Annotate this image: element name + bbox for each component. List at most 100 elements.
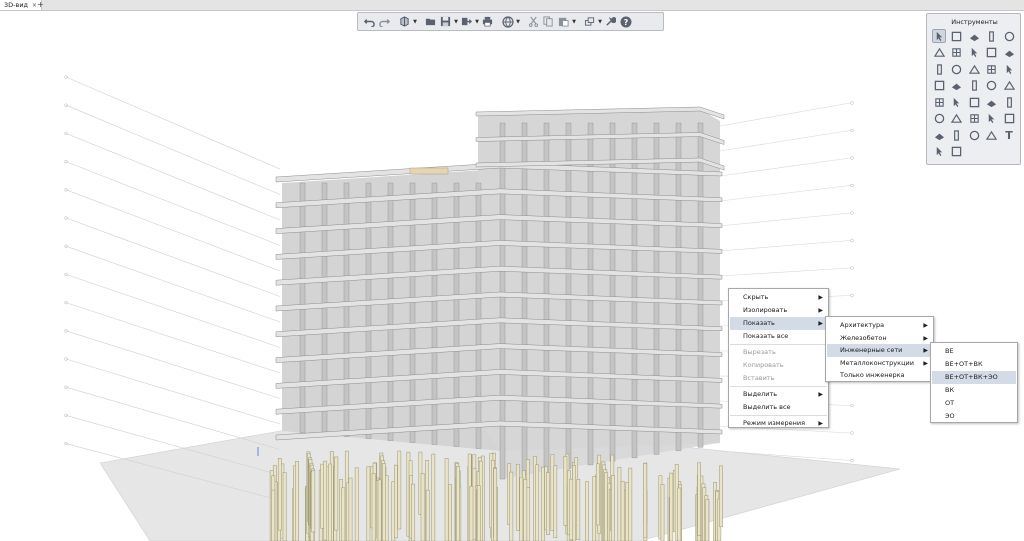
node-select-icon[interactable] bbox=[950, 29, 964, 43]
elbow-icon[interactable] bbox=[985, 112, 999, 126]
submenu-arrow-icon: ▶ bbox=[923, 359, 928, 367]
copy-icon[interactable] bbox=[541, 14, 556, 29]
menu-item-изолировать[interactable]: Изолировать ▶ bbox=[730, 304, 827, 317]
pile bbox=[563, 456, 568, 526]
wrench-icon[interactable] bbox=[603, 14, 618, 29]
export-icon[interactable] bbox=[459, 14, 474, 29]
pile bbox=[595, 463, 600, 526]
wall-icon[interactable] bbox=[967, 62, 981, 76]
pile bbox=[311, 470, 316, 533]
duct-icon[interactable] bbox=[950, 95, 964, 109]
arc-icon[interactable] bbox=[932, 79, 946, 93]
redo-icon[interactable] bbox=[377, 14, 392, 29]
menu-item-ве[interactable]: ВЕ bbox=[932, 345, 1016, 358]
menu-item-вк[interactable]: ВК bbox=[932, 384, 1016, 397]
menu-item-инженерные-сети[interactable]: Инженерные сети ▶ bbox=[827, 344, 932, 357]
tray-icon[interactable] bbox=[950, 112, 964, 126]
globe-icon[interactable] bbox=[500, 14, 515, 29]
opening-icon[interactable] bbox=[985, 62, 999, 76]
level-leader bbox=[719, 212, 851, 227]
menu-item-эо[interactable]: ЭО bbox=[932, 410, 1016, 423]
menu-item-label: ЭО bbox=[945, 412, 955, 420]
level-leader bbox=[65, 133, 281, 221]
column bbox=[475, 182, 482, 449]
line-icon[interactable] bbox=[967, 79, 981, 93]
menu-item-показать-все[interactable]: Показать все bbox=[730, 330, 827, 343]
menu-item-скрыть[interactable]: Скрыть ▶ bbox=[730, 291, 827, 304]
paste-icon[interactable] bbox=[556, 14, 571, 29]
menu-item-вставить: Вставить bbox=[730, 372, 827, 385]
sloped-slab-icon[interactable] bbox=[950, 46, 964, 60]
beam-icon[interactable] bbox=[1002, 46, 1016, 60]
tab-3d-view[interactable]: 3D-вид × bbox=[0, 0, 43, 10]
pile bbox=[541, 466, 545, 541]
building-3d-model[interactable] bbox=[0, 11, 1024, 541]
mark-icon[interactable] bbox=[1002, 112, 1016, 126]
window-icon[interactable] bbox=[950, 62, 964, 76]
menu-item-от[interactable]: ОТ bbox=[932, 397, 1016, 410]
submenu-arrow-icon: ▶ bbox=[818, 294, 823, 301]
pile bbox=[397, 450, 402, 530]
object-icon[interactable] bbox=[1002, 62, 1016, 76]
menu-item-ве-от-вк-эо[interactable]: ВЕ+ОТ+ВК+ЭО bbox=[932, 371, 1016, 384]
tools-icon[interactable] bbox=[932, 145, 946, 159]
menu-item-ве-от-вк[interactable]: ВЕ+ОТ+ВК bbox=[932, 358, 1016, 371]
stair-icon[interactable] bbox=[985, 46, 999, 60]
paste-dropdown-icon[interactable]: ▼ bbox=[571, 14, 577, 29]
valve-icon[interactable] bbox=[985, 95, 999, 109]
level-leader bbox=[65, 358, 281, 425]
rectangle-icon[interactable] bbox=[967, 29, 981, 43]
door-icon[interactable] bbox=[932, 62, 946, 76]
main-toolbar: ▼ ▼ ▼ ▼ ▼ ▼ ? bbox=[357, 12, 664, 31]
menu-item-режим-измерения[interactable]: Режим измерения ▶ bbox=[730, 417, 827, 430]
menu-item-архитектура[interactable]: Архитектура ▶ bbox=[827, 319, 932, 332]
equipment-icon[interactable] bbox=[1002, 95, 1016, 109]
house-icon[interactable] bbox=[932, 128, 946, 142]
dimension-icon[interactable] bbox=[985, 79, 999, 93]
cabinet-icon[interactable] bbox=[950, 128, 964, 142]
menu-item-показать[interactable]: Показать ▶ bbox=[730, 317, 827, 330]
menu-item-выделить-все[interactable]: Выделить все bbox=[730, 401, 827, 414]
pencil-icon[interactable] bbox=[1002, 29, 1016, 43]
pile bbox=[515, 463, 520, 531]
pile bbox=[366, 466, 371, 541]
save-icon[interactable] bbox=[438, 14, 453, 29]
level-leader bbox=[65, 189, 281, 272]
text-icon[interactable]: T bbox=[1002, 128, 1016, 142]
views-icon[interactable] bbox=[397, 14, 412, 29]
undo-icon[interactable] bbox=[362, 14, 377, 29]
globe-dropdown-icon[interactable]: ▼ bbox=[515, 14, 521, 29]
folder-icon[interactable] bbox=[423, 14, 438, 29]
roof-icon[interactable] bbox=[967, 46, 981, 60]
level-leader bbox=[65, 76, 281, 170]
cursor-icon[interactable] bbox=[932, 29, 946, 43]
section-icon[interactable] bbox=[967, 128, 981, 142]
level-leader bbox=[719, 240, 851, 252]
print-icon[interactable] bbox=[480, 14, 495, 29]
pipe-icon[interactable] bbox=[932, 95, 946, 109]
level-marker-icon bbox=[64, 131, 68, 136]
menu-item-железобетон[interactable]: Железобетон ▶ bbox=[827, 332, 932, 345]
menu-item-металлоконструкции[interactable]: Металлоконструкции ▶ bbox=[827, 357, 932, 370]
pile bbox=[394, 464, 398, 539]
add-tab-button[interactable]: + bbox=[37, 0, 44, 10]
cut-icon[interactable] bbox=[526, 14, 541, 29]
terminal-icon[interactable] bbox=[932, 112, 946, 126]
cable-icon[interactable] bbox=[967, 112, 981, 126]
level-leader bbox=[719, 157, 851, 177]
views-dropdown-icon[interactable]: ▼ bbox=[412, 14, 418, 29]
room-icon[interactable] bbox=[950, 79, 964, 93]
help-icon[interactable]: ? bbox=[618, 14, 633, 29]
tab-label: 3D-вид bbox=[4, 1, 29, 9]
layers-icon[interactable] bbox=[582, 14, 597, 29]
menu-item-выделить[interactable]: Выделить ▶ bbox=[730, 388, 827, 401]
slab-icon[interactable] bbox=[932, 46, 946, 60]
menu-item-только-инженерка[interactable]: Только инженерка bbox=[827, 369, 932, 382]
rotate-icon[interactable] bbox=[950, 145, 964, 159]
fitting-icon[interactable] bbox=[967, 95, 981, 109]
submenu-arrow-icon: ▶ bbox=[818, 420, 823, 427]
grid-axis-icon[interactable] bbox=[1002, 79, 1016, 93]
column-icon[interactable] bbox=[985, 29, 999, 43]
measure-icon[interactable] bbox=[985, 128, 999, 142]
3d-viewport[interactable] bbox=[0, 11, 1024, 541]
